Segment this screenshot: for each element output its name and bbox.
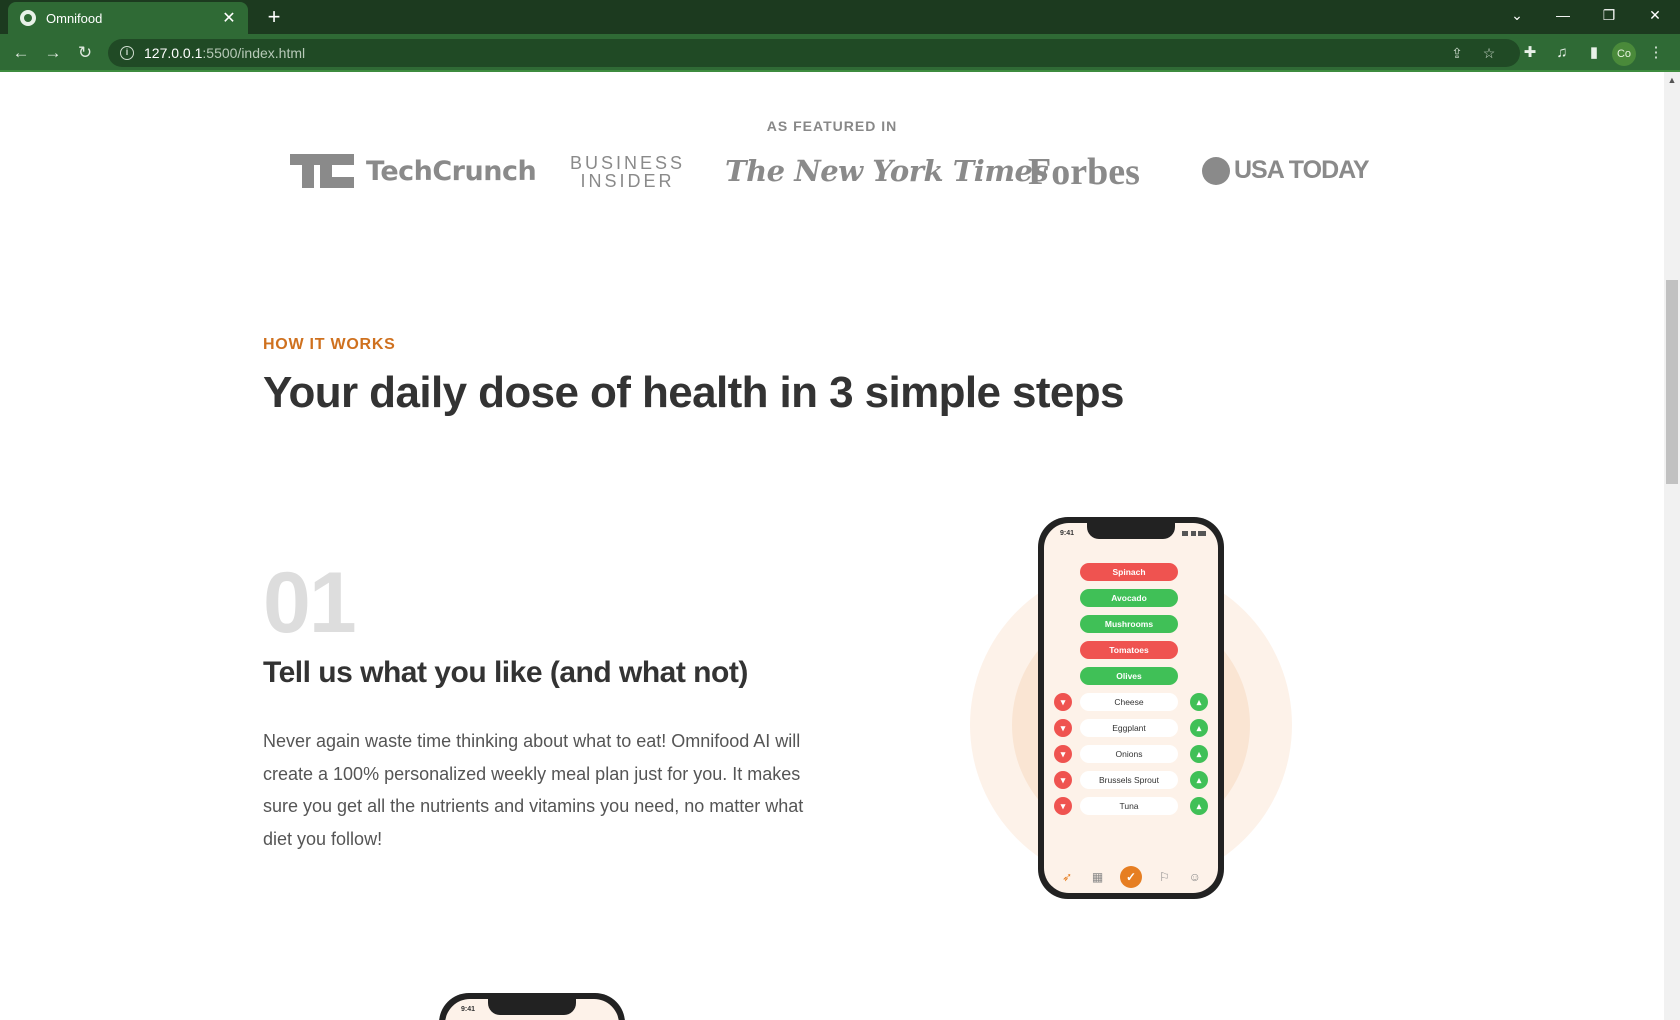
techcrunch-mark-icon	[290, 154, 354, 188]
food-row: ▾ Tuna ▴	[1054, 797, 1208, 815]
forbes-logo: Forbes	[1028, 151, 1140, 193]
minimize-button[interactable]: —	[1540, 0, 1586, 30]
phone-time: 9:41	[1060, 530, 1075, 537]
close-window-button[interactable]: ✕	[1632, 0, 1678, 30]
step-title: Tell us what you like (and what not)	[263, 656, 748, 689]
food-pill: Spinach	[1080, 563, 1178, 581]
site-info-icon[interactable]: i	[120, 46, 134, 60]
step-number: 01	[263, 555, 357, 651]
phone-bottom-nav: ➶ ▦ ✓ ⚐ ☺	[1044, 861, 1218, 893]
scroll-up-arrow-icon[interactable]: ▲	[1664, 72, 1680, 88]
check-icon: ✓	[1119, 866, 1142, 888]
extensions-icon[interactable]: ✚	[1518, 41, 1542, 65]
thumbs-up-icon: ▴	[1190, 693, 1208, 711]
restore-button[interactable]: ❐	[1586, 0, 1632, 30]
phone-mockup-step2: 9:41	[439, 993, 625, 1020]
food-row: ▾ Eggplant ▴	[1054, 719, 1208, 737]
business-insider-logo: BUSINESS INSIDER	[570, 154, 685, 190]
tab-bar: Omnifood ✕ + ⌄ — ❐ ✕	[0, 0, 1680, 34]
bookmark-icon: ⚐	[1158, 870, 1170, 884]
back-button[interactable]: ←	[8, 41, 34, 65]
nyt-logo: The New York Times	[725, 154, 1049, 188]
globe-icon	[20, 10, 36, 26]
menu-icon[interactable]: ⋮	[1644, 41, 1668, 65]
user-icon: ☺	[1188, 870, 1201, 884]
thumbs-down-icon: ▾	[1054, 719, 1072, 737]
food-pill: Mushrooms	[1080, 615, 1178, 633]
phone-notch	[1087, 523, 1175, 539]
featured-logos: TechCrunch BUSINESS INSIDER The New York…	[0, 148, 1664, 198]
thumbs-down-icon: ▾	[1054, 771, 1072, 789]
page-scrollbar[interactable]: ▲	[1664, 72, 1680, 1020]
tab-search-icon[interactable]: ⌄	[1494, 0, 1540, 30]
carrot-icon: ➶	[1062, 870, 1073, 884]
usa-today-dot-icon	[1202, 156, 1230, 185]
toolbar-divider	[0, 70, 1680, 72]
techcrunch-logo: TechCrunch	[290, 154, 537, 188]
thumbs-up-icon: ▴	[1190, 797, 1208, 815]
profile-avatar[interactable]: Co	[1612, 42, 1636, 66]
thumbs-down-icon: ▾	[1054, 745, 1072, 763]
food-name: Eggplant	[1080, 719, 1178, 737]
phone-screen-step2: 9:41	[445, 999, 619, 1020]
food-row: ▾ Cheese ▴	[1054, 693, 1208, 711]
media-icon[interactable]: ♫	[1550, 41, 1574, 65]
thumbs-up-icon: ▴	[1190, 745, 1208, 763]
food-pill: Avocado	[1080, 589, 1178, 607]
food-name: Brussels Sprout	[1080, 771, 1178, 789]
share-icon[interactable]: ⇪	[1446, 44, 1468, 62]
food-pill: Tomatoes	[1080, 641, 1178, 659]
url-host: 127.0.0.1	[144, 45, 203, 61]
phone-status-icons	[1182, 531, 1206, 536]
forward-button[interactable]: →	[40, 41, 66, 65]
scroll-thumb[interactable]	[1666, 280, 1678, 484]
phone-screen: 9:41 Spinach Avocado Mushrooms Tomatoes …	[1044, 523, 1218, 893]
food-row: ▾ Onions ▴	[1054, 745, 1208, 763]
tab-title: Omnifood	[46, 10, 103, 26]
business-insider-line1: BUSINESS	[570, 153, 686, 173]
usa-today-wordmark: USA TODAY	[1234, 156, 1370, 184]
thumbs-down-icon: ▾	[1054, 693, 1072, 711]
food-name: Tuna	[1080, 797, 1178, 815]
step-description: Never again waste time thinking about wh…	[263, 731, 804, 849]
thumbs-up-icon: ▴	[1190, 771, 1208, 789]
featured-heading: AS FEATURED IN	[766, 118, 898, 134]
phone-time-step2: 9:41	[461, 1006, 476, 1013]
phone-mockup: 9:41 Spinach Avocado Mushrooms Tomatoes …	[1038, 517, 1224, 899]
thumbs-down-icon: ▾	[1054, 797, 1072, 815]
side-panel-icon[interactable]: ▮	[1582, 41, 1606, 65]
new-tab-button[interactable]: +	[260, 4, 288, 30]
food-name: Cheese	[1080, 693, 1178, 711]
phone-notch-step2	[488, 999, 576, 1015]
how-it-works-subheading: HOW IT WORKS	[263, 336, 396, 353]
how-it-works-title: Your daily dose of health in 3 simple st…	[263, 368, 1125, 417]
address-bar[interactable]: i 127.0.0.1:5500/index.html ⇪ ☆	[108, 39, 1520, 67]
bookmark-star-icon[interactable]: ☆	[1478, 44, 1500, 62]
food-name: Onions	[1080, 745, 1178, 763]
thumbs-up-icon: ▴	[1190, 719, 1208, 737]
food-pill: Olives	[1080, 667, 1178, 685]
browser-tab[interactable]: Omnifood ✕	[8, 2, 248, 34]
calendar-icon: ▦	[1091, 870, 1104, 884]
food-row: ▾ Brussels Sprout ▴	[1054, 771, 1208, 789]
business-insider-line2: INSIDER	[580, 171, 675, 191]
techcrunch-wordmark: TechCrunch	[366, 155, 537, 187]
step-illustration: 9:41 Spinach Avocado Mushrooms Tomatoes …	[970, 514, 1294, 900]
url-path: :5500/index.html	[202, 45, 306, 61]
browser-toolbar: ← → ↻ i 127.0.0.1:5500/index.html ⇪ ☆ ✚ …	[0, 34, 1680, 72]
reload-button[interactable]: ↻	[72, 41, 98, 65]
close-tab-icon[interactable]: ✕	[220, 8, 238, 28]
usa-today-logo: USA TODAY	[1202, 156, 1370, 185]
